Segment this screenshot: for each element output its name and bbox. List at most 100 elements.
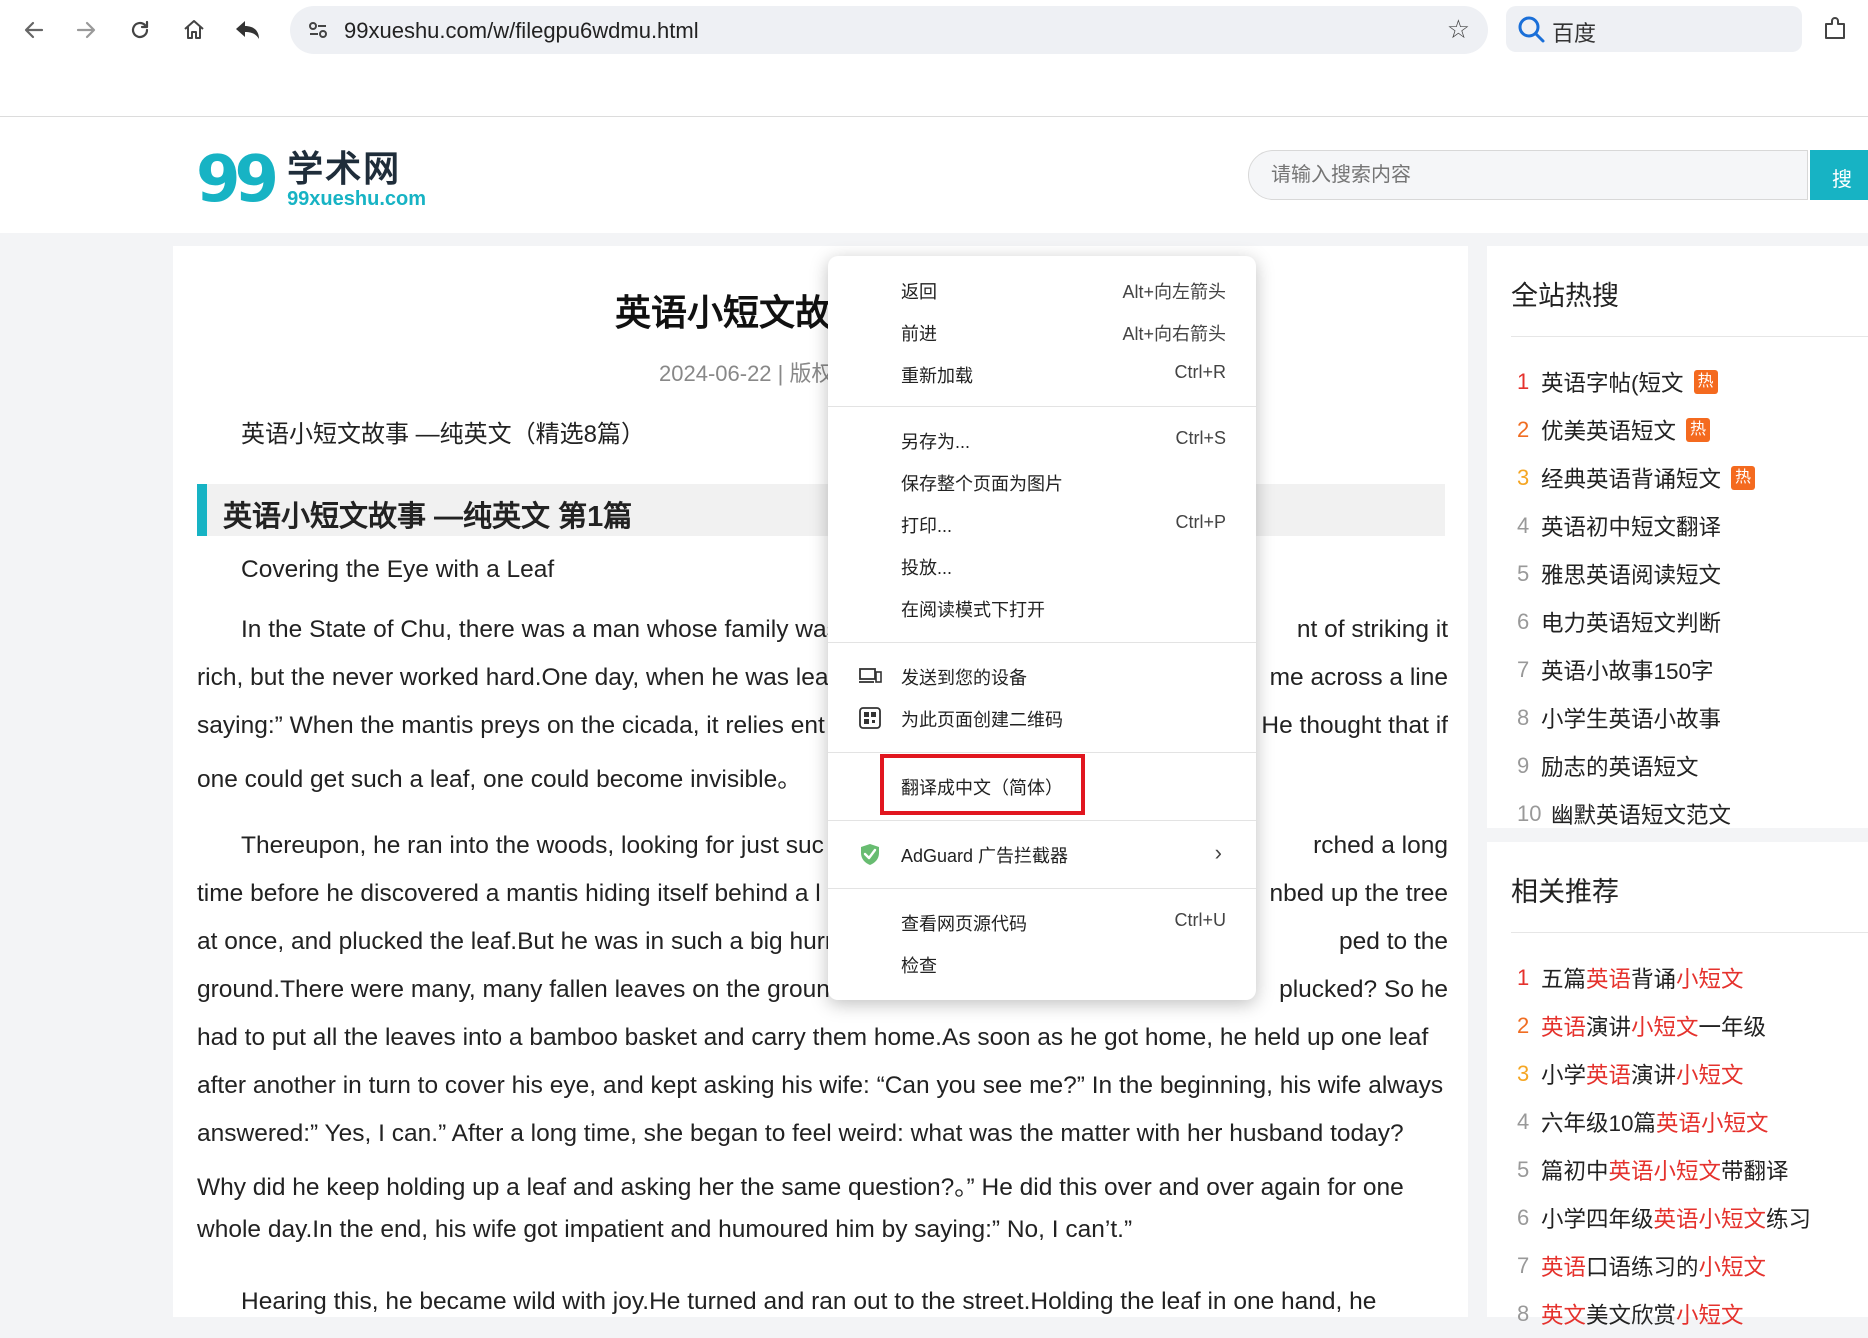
hot-search-item[interactable]: 10 幽默英语短文范文: [1517, 790, 1755, 838]
article-line-right: He thought that if: [1261, 712, 1448, 739]
back-arrow-icon[interactable]: [14, 10, 54, 50]
menu-shortcut: Ctrl+P: [1175, 512, 1226, 532]
article-intro: 英语小短文故事 —纯英文（精选8篇）: [241, 421, 646, 448]
site-search-button-label: 搜: [1832, 169, 1852, 191]
hot-search-item[interactable]: 9 励志的英语短文: [1517, 742, 1755, 790]
menu-item-view-source[interactable]: 查看网页源代码 Ctrl+U: [828, 902, 1256, 942]
logo-mark: 99: [196, 143, 279, 217]
menu-item-inspect[interactable]: 检查: [828, 944, 1256, 984]
hot-search-text: 幽默英语短文范文: [1551, 803, 1732, 828]
related-item[interactable]: 1 五篇英语背诵小短文: [1517, 954, 1811, 1002]
browser-toolbar: 99xueshu.com/w/filegpu6wdmu.html ☆ 百度: [0, 0, 1868, 117]
menu-label: 前进: [901, 324, 937, 344]
related-text: 篇初中英语小短文带翻译: [1541, 1154, 1789, 1186]
rank-number: 5: [1517, 1157, 1530, 1182]
related-text: 英语演讲小短文一年级: [1541, 1010, 1766, 1042]
related-item[interactable]: 8 英文美文欣赏小短文: [1517, 1290, 1811, 1338]
related-text-part: 练习: [1766, 1207, 1812, 1232]
site-search-field[interactable]: [1248, 150, 1808, 200]
menu-label: AdGuard 广告拦截器: [901, 846, 1069, 866]
menu-item-qr-code[interactable]: 为此页面创建二维码: [828, 698, 1256, 738]
site-search-button[interactable]: 搜: [1810, 150, 1868, 200]
menu-separator: [828, 888, 1256, 889]
article-line-right: nbed up the tree: [1269, 880, 1448, 907]
hot-search-item[interactable]: 6 电力英语短文判断: [1517, 598, 1755, 646]
browser-search-box[interactable]: 百度: [1506, 6, 1802, 52]
keyword-highlight: 英语: [1586, 967, 1632, 992]
rank-number: 3: [1517, 1061, 1530, 1086]
menu-item-save-image[interactable]: 保存整个页面为图片: [828, 462, 1256, 502]
related-item[interactable]: 4 六年级10篇英语小短文: [1517, 1098, 1811, 1146]
related-text-part: 一年级: [1698, 1015, 1767, 1040]
divider: [1511, 932, 1868, 933]
article-line-right: ped to the: [1339, 928, 1448, 955]
forward-arrow-icon[interactable]: [66, 10, 106, 50]
hot-search-item[interactable]: 2 优美英语短文热: [1517, 406, 1755, 454]
hot-search-item[interactable]: 3 经典英语背诵短文热: [1517, 454, 1756, 502]
menu-item-forward[interactable]: 前进 Alt+向右箭头: [828, 312, 1256, 352]
context-menu: 返回 Alt+向左箭头 前进 Alt+向右箭头 重新加载 Ctrl+R 另存为... C…: [828, 256, 1256, 1000]
menu-item-adguard[interactable]: AdGuard 广告拦截器 ›: [828, 834, 1256, 874]
related-item[interactable]: 7 英语口语练习的小短文: [1517, 1242, 1811, 1290]
menu-item-send-to-device[interactable]: 发送到您的设备: [828, 656, 1256, 696]
menu-label: 查看网页源代码: [901, 914, 1027, 934]
menu-item-save-as[interactable]: 另存为... Ctrl+S: [828, 420, 1256, 460]
undo-back-icon[interactable]: [228, 10, 268, 50]
bookmark-star-icon[interactable]: ☆: [1447, 14, 1470, 45]
article-line: one could get such a leaf, one could bec…: [197, 766, 802, 793]
site-logo[interactable]: 99 学术网 99xueshu.com: [196, 145, 426, 215]
site-settings-icon[interactable]: [304, 16, 332, 44]
hot-search-item[interactable]: 5 雅思英语阅读短文: [1517, 550, 1755, 598]
keyword-highlight: 小短文: [1698, 1255, 1767, 1280]
article-line: Hearing this, he became wild with joy.He…: [241, 1288, 1377, 1315]
menu-item-print[interactable]: 打印... Ctrl+P: [828, 504, 1256, 544]
menu-item-cast[interactable]: 投放...: [828, 546, 1256, 586]
adguard-shield-icon: [861, 844, 879, 865]
article-line-right: nt of striking it: [1296, 616, 1448, 643]
hot-search-item[interactable]: 8 小学生英语小故事: [1517, 694, 1755, 742]
related-text: 五篇英语背诵小短文: [1541, 962, 1744, 994]
menu-label: 检查: [901, 956, 937, 976]
related-text: 英语口语练习的小短文: [1541, 1250, 1766, 1282]
hot-search-item[interactable]: 4 英语初中短文翻译: [1517, 502, 1755, 550]
hot-search-item[interactable]: 7 英语小故事150字: [1517, 646, 1755, 694]
menu-item-back[interactable]: 返回 Alt+向左箭头: [828, 270, 1256, 310]
page-title: 英语小短文故: [615, 292, 832, 333]
menu-shortcut: Ctrl+U: [1174, 910, 1226, 930]
menu-separator: [828, 820, 1256, 821]
related-list: 1 五篇英语背诵小短文 2 英语演讲小短文一年级 3 小学英语演讲小短文 4 六年级10篇英语…: [1517, 954, 1811, 1338]
url-text[interactable]: 99xueshu.com/w/filegpu6wdmu.html: [344, 18, 699, 44]
article-line: rich, but the never worked hard.One day,…: [197, 664, 836, 691]
related-text-part: 六年级10篇: [1541, 1111, 1657, 1136]
address-bar[interactable]: 99xueshu.com/w/filegpu6wdmu.html ☆: [290, 6, 1488, 54]
reload-icon[interactable]: [120, 10, 160, 50]
hot-search-panel: 全站热搜 1 英语字帖(短文热 2 优美英语短文热 3 经典英语背诵短文热 4 英语初中短文翻…: [1487, 246, 1868, 828]
menu-shortcut: Ctrl+S: [1175, 428, 1226, 448]
related-text: 英文美文欣赏小短文: [1541, 1298, 1744, 1330]
extensions-icon[interactable]: [1818, 12, 1852, 46]
related-item[interactable]: 6 小学四年级英语小短文练习: [1517, 1194, 1811, 1242]
related-item[interactable]: 3 小学英语演讲小短文: [1517, 1050, 1811, 1098]
hot-badge: 热: [1731, 466, 1756, 490]
story-title: Covering the Eye with a Leaf: [241, 556, 555, 583]
related-text-part: 演讲: [1631, 1063, 1677, 1088]
menu-item-reload[interactable]: 重新加载 Ctrl+R: [828, 354, 1256, 394]
site-search-input[interactable]: [1269, 163, 1773, 188]
hot-search-text: 励志的英语短文: [1541, 755, 1699, 780]
search-engine-label: 百度: [1552, 21, 1597, 46]
menu-label: 投放...: [901, 558, 953, 578]
menu-label: 在阅读模式下打开: [901, 600, 1045, 620]
hot-search-item[interactable]: 1 英语字帖(短文热: [1517, 358, 1755, 406]
divider: [1511, 336, 1868, 337]
hot-search-text: 英语字帖(短文: [1541, 371, 1684, 396]
rank-number: 4: [1517, 513, 1530, 538]
highlight-box: [880, 754, 1085, 815]
hot-search-text: 电力英语短文判断: [1541, 611, 1722, 636]
menu-item-reader-mode[interactable]: 在阅读模式下打开: [828, 588, 1256, 628]
chevron-right-icon: ›: [1214, 840, 1222, 865]
related-item[interactable]: 2 英语演讲小短文一年级: [1517, 1002, 1811, 1050]
keyword-highlight: 小短文: [1676, 1303, 1744, 1328]
rank-number: 8: [1517, 705, 1530, 730]
home-icon[interactable]: [174, 10, 214, 50]
related-item[interactable]: 5 篇初中英语小短文带翻译: [1517, 1146, 1811, 1194]
